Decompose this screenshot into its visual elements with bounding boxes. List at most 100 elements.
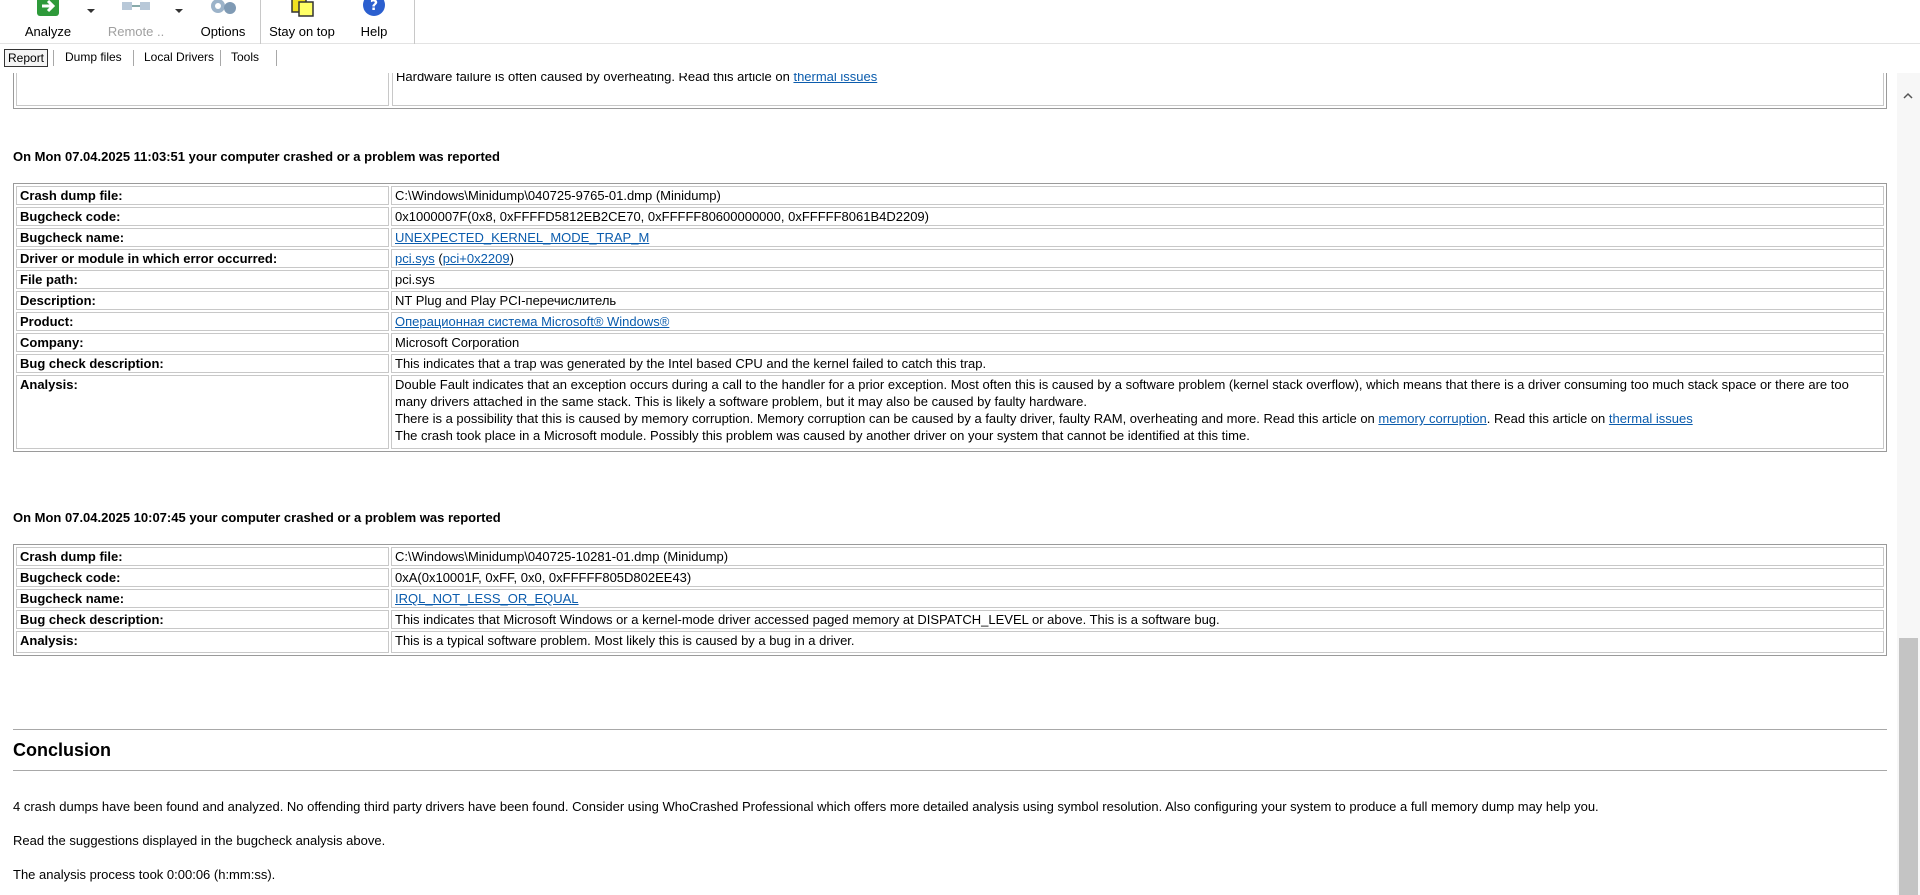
remote-label: Remote .. [107, 24, 165, 39]
company-value: Microsoft Corporation [391, 333, 1884, 352]
remote-button: Remote .. [108, 0, 164, 44]
product-cell: Операционная система Microsoft® Windows® [391, 312, 1884, 331]
crash-heading: On Mon 07.04.2025 11:03:51 your computer… [13, 149, 500, 164]
table-row: Bugcheck code: 0xA(0x10001F, 0xFF, 0x0, 0… [16, 568, 1884, 587]
analysis-line: many drivers attached in the same stack.… [395, 394, 1087, 409]
bugcheck-name-label: Bugcheck name: [16, 589, 389, 608]
toolbar-separator [414, 0, 415, 44]
driver-cell: pci.sys (pci+0x2209) [391, 249, 1884, 268]
bug-check-description-value: This indicates that Microsoft Windows or… [391, 610, 1884, 629]
help-label: Help [360, 24, 388, 39]
conclusion-paragraph: The analysis process took 0:00:06 (h:mm:… [13, 867, 276, 882]
tab-local-drivers[interactable]: Local Drivers [141, 49, 217, 67]
table-row: Crash dump file: C:\Windows\Minidump\0407… [16, 547, 1884, 566]
bugcheck-code-label: Bugcheck code: [16, 207, 389, 226]
previous-key-cell [16, 73, 389, 106]
table-row: Product: Операционная система Microsoft® … [16, 312, 1884, 331]
previous-analysis-cell: Hardware failure is often caused by over… [392, 73, 1884, 106]
analysis-label: Analysis: [16, 631, 389, 653]
bugcheck-name-link[interactable]: UNEXPECTED_KERNEL_MODE_TRAP_M [395, 230, 649, 245]
driver-offset-link[interactable]: pci+0x2209 [443, 251, 510, 266]
thermal-issues-link[interactable]: thermal issues [793, 73, 877, 84]
table-row: Description: NT Plug and Play PCI-перечис… [16, 291, 1884, 310]
divider [13, 729, 1887, 730]
conclusion-paragraph: 4 crash dumps have been found and analyz… [13, 799, 1599, 814]
thermal-issues-link[interactable]: thermal issues [1609, 411, 1693, 426]
divider [13, 770, 1887, 771]
bugcheck-name-cell: UNEXPECTED_KERNEL_MODE_TRAP_M [391, 228, 1884, 247]
tab-separator [133, 50, 134, 66]
toolbar: Analyze Remote .. Options Stay on top ? [0, 0, 1920, 44]
tab-report[interactable]: Report [4, 49, 49, 67]
file-path-label: File path: [16, 270, 389, 289]
bugcheck-code-value: 0x1000007F(0x8, 0xFFFFD5812EB2CE70, 0xFF… [391, 207, 1884, 226]
crash-dump-value: C:\Windows\Minidump\040725-10281-01.dmp … [391, 547, 1884, 566]
driver-link[interactable]: pci.sys [395, 251, 435, 266]
memory-corruption-link[interactable]: memory corruption [1378, 411, 1486, 426]
conclusion-title: Conclusion [13, 740, 111, 760]
product-label: Product: [16, 312, 389, 331]
analysis-label: Analysis: [16, 375, 389, 449]
options-label: Options [200, 24, 246, 39]
tab-dump-files[interactable]: Dump files [62, 49, 125, 67]
analyze-button[interactable]: Analyze [22, 0, 74, 44]
svg-text:?: ? [370, 0, 378, 14]
options-button[interactable]: Options [198, 0, 248, 44]
conclusion-paragraph: Read the suggestions displayed in the bu… [13, 833, 386, 848]
crash-dump-value: C:\Windows\Minidump\040725-9765-01.dmp (… [391, 186, 1884, 205]
analysis-text: . Read this article on [1486, 411, 1609, 426]
analysis-line: Double Fault indicates that an exception… [395, 377, 1849, 392]
driver-paren-close: ) [509, 251, 514, 266]
table-row: Analysis: Double Fault indicates that an… [16, 375, 1884, 449]
table-row: Driver or module in which error occurred… [16, 249, 1884, 268]
tab-separator [53, 50, 54, 66]
scroll-up-icon[interactable] [1903, 91, 1913, 101]
bugcheck-name-cell: IRQL_NOT_LESS_OR_EQUAL [391, 589, 1884, 608]
description-value: NT Plug and Play PCI-перечислитель [391, 291, 1884, 310]
analyze-icon [37, 0, 59, 16]
table-row: Bug check description: This indicates tha… [16, 610, 1884, 629]
table-row: Bugcheck code: 0x1000007F(0x8, 0xFFFFD581… [16, 207, 1884, 226]
stay-on-top-label: Stay on top [269, 24, 335, 39]
tab-separator [276, 50, 277, 66]
description-label: Description: [16, 291, 389, 310]
help-icon: ? [363, 0, 385, 16]
scrollbar-thumb[interactable] [1899, 638, 1918, 895]
table-row: Bug check description: This indicates tha… [16, 354, 1884, 373]
analysis-value: This is a typical software problem. Most… [391, 631, 1884, 653]
analysis-text: There is a possibility that this is caus… [395, 411, 1379, 426]
crash-dump-label: Crash dump file: [16, 186, 389, 205]
bugcheck-name-label: Bugcheck name: [16, 228, 389, 247]
previous-crash-table: Hardware failure is often caused by over… [13, 73, 1887, 109]
bug-check-description-label: Bug check description: [16, 610, 389, 629]
bug-check-description-value: This indicates that a trap was generated… [391, 354, 1884, 373]
bugcheck-code-label: Bugcheck code: [16, 568, 389, 587]
driver-label: Driver or module in which error occurred… [16, 249, 389, 268]
tab-bar: Report Dump files Local Drivers Tools [0, 44, 1920, 73]
company-label: Company: [16, 333, 389, 352]
table-row: Company: Microsoft Corporation [16, 333, 1884, 352]
analyze-dropdown-arrow[interactable] [87, 9, 95, 13]
table-row: Analysis: This is a typical software prob… [16, 631, 1884, 653]
bugcheck-name-link[interactable]: IRQL_NOT_LESS_OR_EQUAL [395, 591, 579, 606]
product-link[interactable]: Операционная система Microsoft® Windows® [395, 314, 669, 329]
bugcheck-code-value: 0xA(0x10001F, 0xFF, 0x0, 0xFFFFF805D802E… [391, 568, 1884, 587]
table-row: Crash dump file: C:\Windows\Minidump\0407… [16, 186, 1884, 205]
remote-dropdown-arrow [175, 9, 183, 13]
driver-paren-open: ( [434, 251, 443, 266]
report-view[interactable]: Hardware failure is often caused by over… [0, 73, 1897, 895]
tab-tools[interactable]: Tools [228, 49, 262, 67]
analyze-label: Analyze [24, 24, 72, 39]
table-row: Bugcheck name: UNEXPECTED_KERNEL_MODE_TRA… [16, 228, 1884, 247]
vertical-scrollbar[interactable] [1897, 73, 1920, 895]
analysis-line: The crash took place in a Microsoft modu… [395, 428, 1250, 443]
table-row: Bugcheck name: IRQL_NOT_LESS_OR_EQUAL [16, 589, 1884, 608]
crash-dump-label: Crash dump file: [16, 547, 389, 566]
stay-on-top-button[interactable]: Stay on top [269, 0, 335, 44]
stay-on-top-icon [291, 0, 314, 17]
previous-analysis-line: Hardware failure is often caused by over… [396, 73, 877, 85]
analysis-line: There is a possibility that this is caus… [395, 410, 1880, 427]
crash-details-table: Crash dump file: C:\Windows\Minidump\0407… [13, 183, 1887, 452]
help-button[interactable]: ? Help [355, 0, 393, 44]
tab-separator [220, 50, 221, 66]
